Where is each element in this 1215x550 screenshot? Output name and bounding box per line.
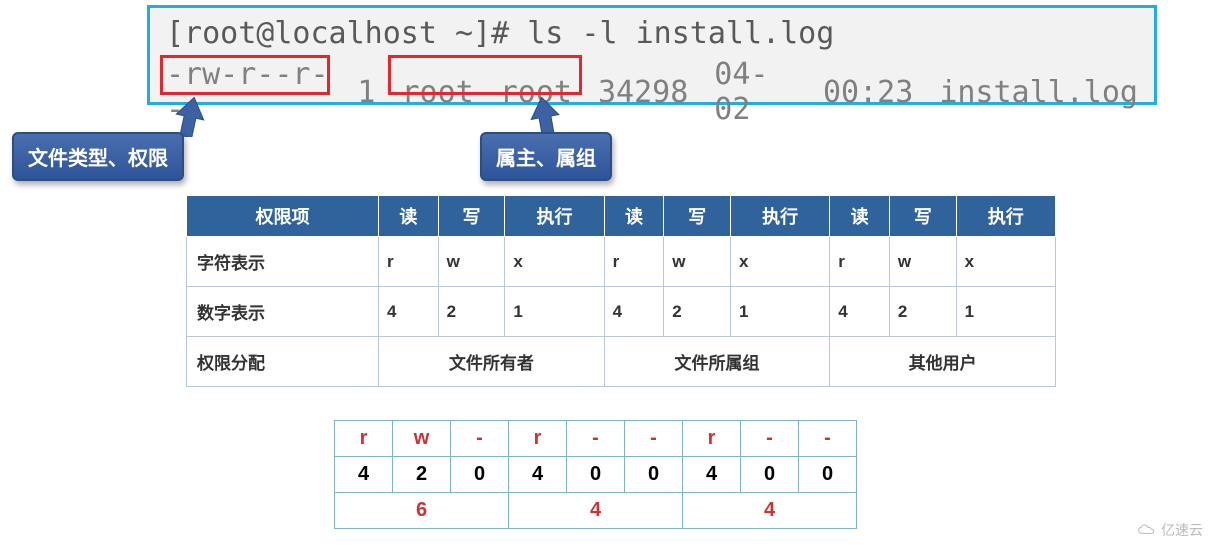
table-cell: w [393, 421, 451, 457]
highlight-owner-group [388, 55, 582, 95]
row-label: 数字表示 [187, 287, 379, 337]
header-cell: 写 [664, 196, 731, 237]
highlight-permissions [160, 55, 330, 95]
watermark: 亿速云 [1137, 520, 1203, 540]
ls-time: 00:23 [823, 75, 913, 110]
table-row: 权限分配 文件所有者 文件所属组 其他用户 [187, 337, 1056, 387]
table-cell: r [379, 237, 439, 287]
table-cell: 0 [451, 457, 509, 493]
table-cell: 4 [509, 457, 567, 493]
table-cell: x [956, 237, 1055, 287]
table-cell: r [604, 237, 664, 287]
cloud-icon [1137, 523, 1157, 537]
table-cell: 4 [830, 287, 890, 337]
table-row: 数字表示 4 2 1 4 2 1 4 2 1 [187, 287, 1056, 337]
watermark-text: 亿速云 [1161, 520, 1203, 540]
table-cell: r [830, 237, 890, 287]
table-cell: 2 [393, 457, 451, 493]
header-cell: 读 [604, 196, 664, 237]
arrow-icon [525, 97, 565, 137]
table-cell: 4 [604, 287, 664, 337]
row-label: 字符表示 [187, 237, 379, 287]
header-cell: 执行 [730, 196, 829, 237]
table-row: 6 4 4 [335, 493, 857, 529]
table-cell: 0 [741, 457, 799, 493]
ls-filename: install.log [939, 75, 1138, 110]
terminal-command: [root@localhost ~]# ls -l install.log [166, 16, 1138, 51]
table-cell: 6 [335, 493, 509, 529]
table-cell: r [683, 421, 741, 457]
table-cell: 1 [956, 287, 1055, 337]
table-cell: x [505, 237, 604, 287]
table-cell: 4 [335, 457, 393, 493]
table-cell: 文件所属组 [604, 337, 830, 387]
table-cell: 4 [379, 287, 439, 337]
table-cell: - [625, 421, 683, 457]
table-cell: 0 [567, 457, 625, 493]
table-row: r w - r - - r - - [335, 421, 857, 457]
header-cell: 读 [830, 196, 890, 237]
table-cell: 4 [683, 457, 741, 493]
table-header-row: 权限项 读 写 执行 读 写 执行 读 写 执行 [187, 196, 1056, 237]
table-cell: 2 [889, 287, 956, 337]
table-row: 4 2 0 4 0 0 4 0 0 [335, 457, 857, 493]
header-cell: 执行 [956, 196, 1055, 237]
header-cell: 执行 [505, 196, 604, 237]
row-label: 权限分配 [187, 337, 379, 387]
table-cell: - [451, 421, 509, 457]
callout-owner-group: 属主、属组 [480, 132, 612, 181]
table-cell: 0 [625, 457, 683, 493]
table-cell: r [335, 421, 393, 457]
table-row: 字符表示 r w x r w x r w x [187, 237, 1056, 287]
octal-example-table: r w - r - - r - - 4 2 0 4 0 0 4 0 0 6 4 … [334, 420, 857, 529]
callout-file-type-permission: 文件类型、权限 [12, 132, 184, 181]
header-cell: 写 [438, 196, 505, 237]
arrow-icon [170, 97, 210, 137]
table-cell: 2 [438, 287, 505, 337]
header-cell: 读 [379, 196, 439, 237]
table-cell: 1 [505, 287, 604, 337]
table-cell: 4 [509, 493, 683, 529]
table-cell: 0 [799, 457, 857, 493]
table-cell: 2 [664, 287, 731, 337]
table-cell: 4 [683, 493, 857, 529]
table-cell: r [509, 421, 567, 457]
table-cell: - [567, 421, 625, 457]
table-cell: w [889, 237, 956, 287]
ls-date: 04-02 [714, 57, 797, 127]
table-cell: - [799, 421, 857, 457]
table-cell: 文件所有者 [379, 337, 605, 387]
table-cell: 1 [730, 287, 829, 337]
table-cell: w [438, 237, 505, 287]
table-cell: x [730, 237, 829, 287]
permission-table: 权限项 读 写 执行 读 写 执行 读 写 执行 字符表示 r w x r w … [186, 195, 1056, 387]
header-cell: 权限项 [187, 196, 379, 237]
header-cell: 写 [889, 196, 956, 237]
ls-size: 34298 [598, 75, 688, 110]
table-cell: - [741, 421, 799, 457]
ls-links: 1 [357, 75, 375, 110]
table-cell: w [664, 237, 731, 287]
table-cell: 其他用户 [830, 337, 1056, 387]
